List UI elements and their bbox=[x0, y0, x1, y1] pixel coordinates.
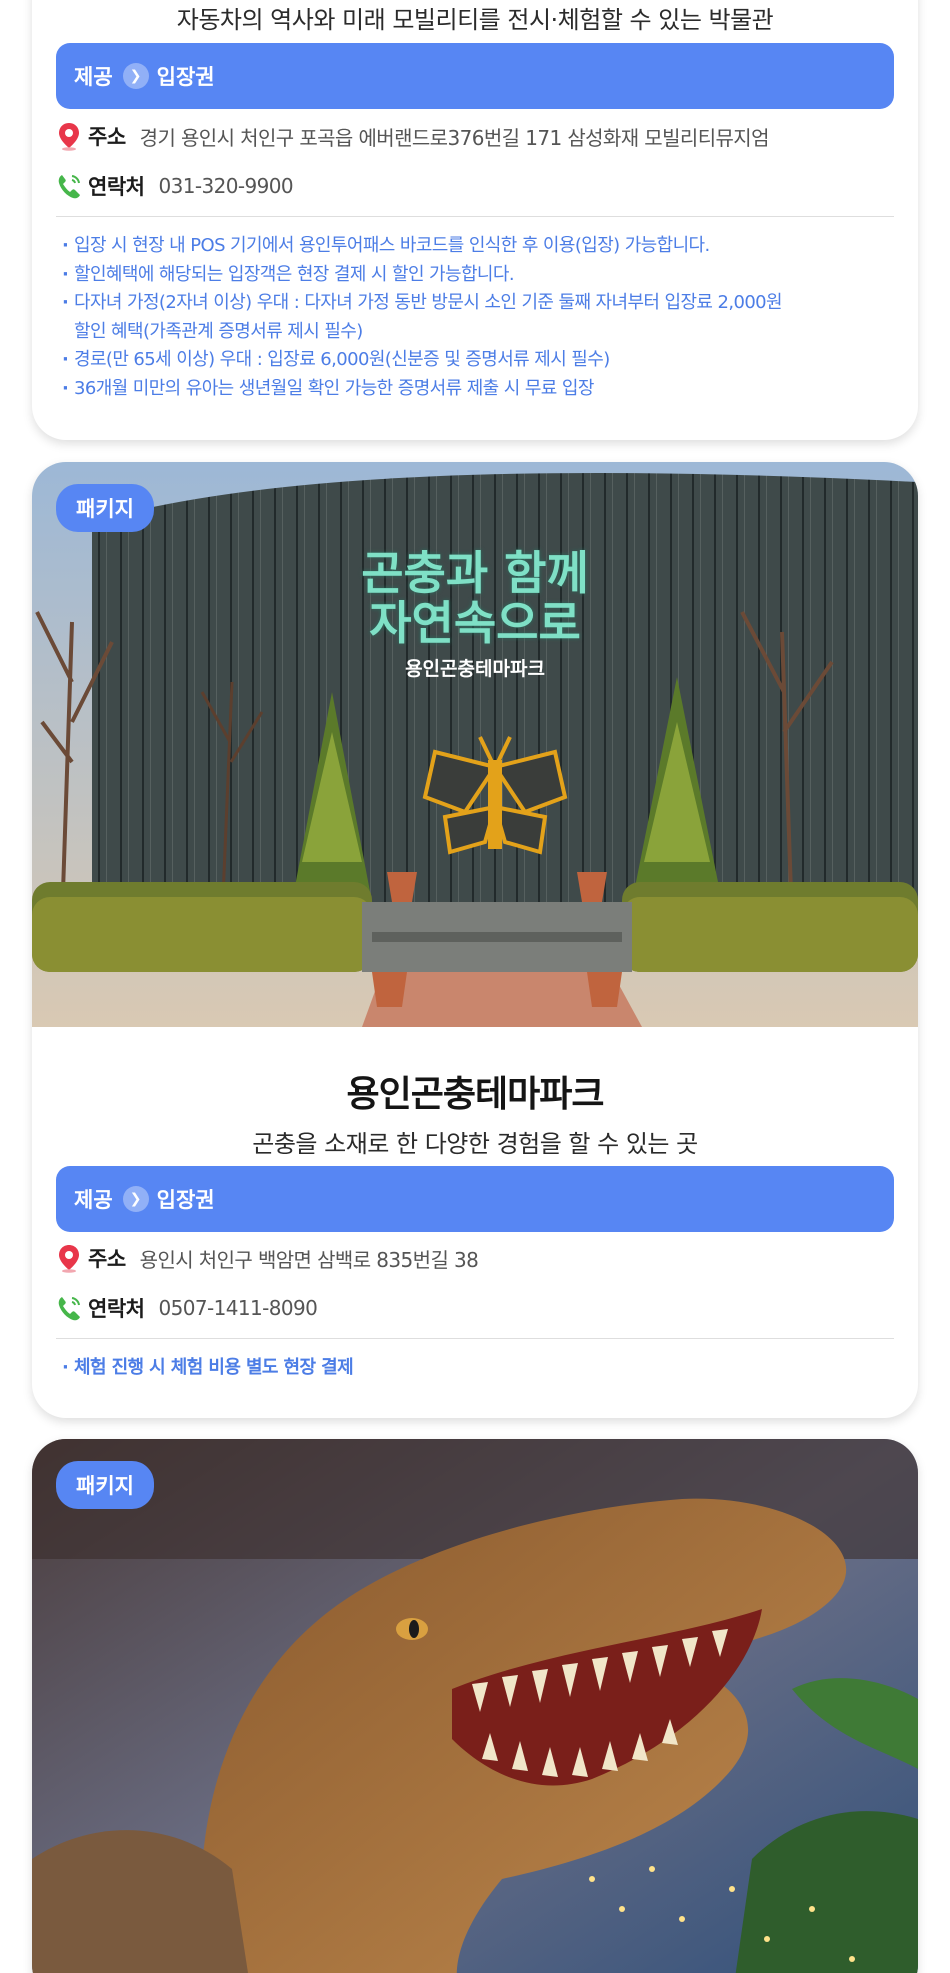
insect-subtitle: 곤충을 소재로 한 다양한 경험을 할 수 있는 곳 bbox=[252, 1130, 698, 1158]
note-item: 체험 진행 시 체험 비용 별도 현장 결제 bbox=[62, 1354, 882, 1383]
divider bbox=[56, 216, 894, 217]
address-label: 주소 bbox=[88, 125, 126, 149]
phone-label: 연락처 bbox=[88, 175, 145, 199]
provide-value: 입장권 bbox=[156, 1188, 215, 1212]
insect-notes: 체험 진행 시 체험 비용 별도 현장 결제 bbox=[62, 1354, 882, 1383]
address-label: 주소 bbox=[88, 1247, 126, 1271]
sign-line-1: 곤충과 함께 bbox=[361, 546, 589, 600]
phone-link[interactable]: 031-320-9900 bbox=[158, 174, 293, 198]
insect-title: 용인곤충테마파크 bbox=[346, 1074, 605, 1115]
phone-icon bbox=[58, 1297, 80, 1321]
phone-link[interactable]: 0507-1411-8090 bbox=[158, 1296, 317, 1320]
museum-phone-row: 연락처 031-320-9900 bbox=[56, 170, 294, 202]
museum-address-row: 주소 경기 용인시 처인구 포곡읍 에버랜드로376번길 171 삼성화재 모빌… bbox=[56, 120, 769, 152]
chevron-right-icon: ❯ bbox=[122, 1186, 149, 1212]
location-pin-icon bbox=[59, 1245, 79, 1273]
insect-park-card[interactable]: 패키지 곤충과 함께 자연속으로 용인곤충테마파크 용인곤충테마파크 곤충을 소… bbox=[32, 462, 918, 1418]
provide-label: 제공 bbox=[74, 65, 113, 89]
sign-name: 용인곤충테마파크 bbox=[405, 658, 545, 680]
provide-label: 제공 bbox=[74, 1188, 113, 1212]
note-item: 다자녀 가정(2자녀 이상) 우대 : 다자녀 가정 동반 방문시 소인 기준 … bbox=[62, 289, 882, 318]
sign-line-2: 자연속으로 bbox=[369, 596, 581, 650]
provide-value: 입장권 bbox=[156, 65, 215, 89]
note-item: 할인 혜택(가족관계 증명서류 제시 필수) bbox=[74, 320, 363, 342]
phone-icon bbox=[58, 175, 80, 199]
dino-photo bbox=[32, 1439, 918, 1973]
insect-phone-row: 연락처 0507-1411-8090 bbox=[56, 1292, 318, 1324]
insect-provide-bar: 제공 ❯ 입장권 bbox=[56, 1166, 894, 1232]
insect-address-row: 주소 용인시 처인구 백암면 삼백로 835번길 38 bbox=[56, 1242, 479, 1274]
address-value: 경기 용인시 처인구 포곡읍 에버랜드로376번길 171 삼성화재 모빌리티뮤… bbox=[139, 125, 770, 150]
phone-label: 연락처 bbox=[88, 1297, 145, 1321]
note-item: 36개월 미만의 유아는 생년월일 확인 가능한 증명서류 제출 시 무료 입장 bbox=[62, 375, 882, 404]
photo-sign: 곤충과 함께 자연속으로 용인곤충테마파크 bbox=[32, 548, 918, 681]
museum-provide-bar: 제공 ❯ 입장권 bbox=[56, 43, 894, 109]
museum-subtitle: 자동차의 역사와 미래 모빌리티를 전시·체험할 수 있는 박물관 bbox=[176, 6, 774, 34]
divider bbox=[56, 1338, 894, 1339]
note-item: 할인혜택에 해당되는 입장객은 현장 결제 시 할인 가능합니다. bbox=[62, 261, 882, 290]
museum-notes: 입장 시 현장 내 POS 기기에서 용인투어패스 바코드를 인식한 후 이용(… bbox=[62, 232, 882, 403]
address-value: 용인시 처인구 백암면 삼백로 835번길 38 bbox=[139, 1247, 479, 1272]
package-badge: 패키지 bbox=[56, 484, 154, 532]
museum-card[interactable]: 자동차의 역사와 미래 모빌리티를 전시·체험할 수 있는 박물관 제공 ❯ 입… bbox=[32, 0, 918, 440]
note-item: 입장 시 현장 내 POS 기기에서 용인투어패스 바코드를 인식한 후 이용(… bbox=[62, 232, 882, 261]
package-badge: 패키지 bbox=[56, 1461, 154, 1509]
dino-card[interactable]: 패키지 bbox=[32, 1439, 918, 1973]
note-item: 경로(만 65세 이상) 우대 : 입장료 6,000원(신분증 및 증명서류 … bbox=[62, 346, 882, 375]
location-pin-icon bbox=[59, 123, 79, 151]
chevron-right-icon: ❯ bbox=[122, 63, 149, 89]
